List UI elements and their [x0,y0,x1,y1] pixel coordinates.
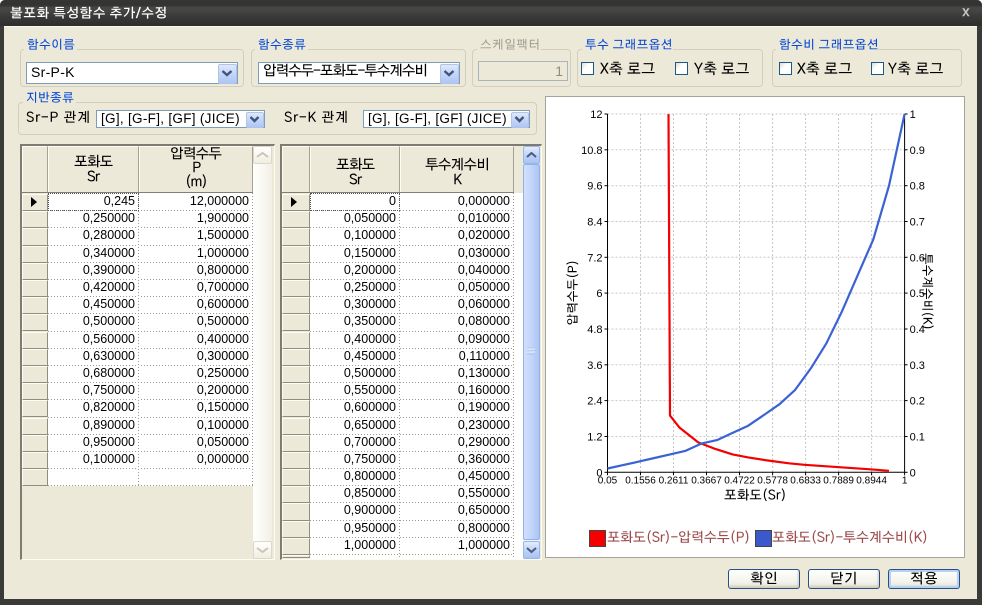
svg-text:0.2611: 0.2611 [659,475,689,486]
svg-text:0.1: 0.1 [910,432,925,444]
svg-text:0.8: 0.8 [910,181,925,193]
svg-text:0.8944: 0.8944 [856,475,887,486]
svg-text:0.5778: 0.5778 [757,475,788,486]
svg-text:1: 1 [902,475,908,486]
svg-text:6: 6 [596,288,602,300]
svg-text:0.9: 0.9 [910,145,925,157]
svg-text:8.4: 8.4 [587,217,602,229]
svg-text:0.7: 0.7 [910,217,925,229]
svg-text:12: 12 [590,109,602,121]
svg-text:2.4: 2.4 [587,396,602,408]
svg-text:0.4722: 0.4722 [724,475,755,486]
svg-text:0.7889: 0.7889 [823,475,854,486]
svg-text:0.2: 0.2 [910,396,925,408]
svg-text:0: 0 [910,467,916,479]
svg-text:3.6: 3.6 [587,360,602,372]
svg-text:0.3: 0.3 [910,360,925,372]
svg-text:7.2: 7.2 [587,252,602,264]
svg-text:9.6: 9.6 [587,181,602,193]
svg-text:0.05: 0.05 [598,475,618,486]
svg-text:4.8: 4.8 [587,324,602,336]
svg-text:1: 1 [910,109,916,121]
svg-text:0.3667: 0.3667 [691,475,722,486]
svg-text:0.6833: 0.6833 [790,475,821,486]
svg-text:0.1556: 0.1556 [625,475,656,486]
svg-text:10.8: 10.8 [581,145,602,157]
svg-text:1.2: 1.2 [587,432,602,444]
